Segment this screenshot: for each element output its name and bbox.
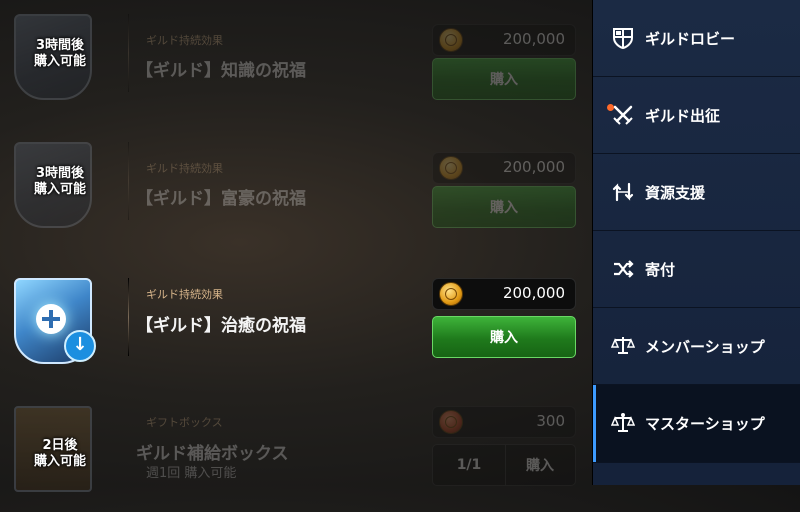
availability-time: 3時間後: [35, 38, 85, 53]
buy-button[interactable]: 購入: [432, 316, 576, 358]
sidebar: ギルドロビー ギルド出征 資源支援 寄付 メンバーショップ マスターショップ: [592, 0, 800, 485]
shop-item-healing: ↓ ギルド持続効果 【ギルド】治癒の祝福 200,000 購入: [0, 256, 592, 384]
plus-icon: [36, 304, 66, 334]
sidebar-item-label: マスターショップ: [645, 415, 765, 433]
buy-control: 1/1 購入: [432, 444, 576, 486]
item-price: 200,000: [502, 30, 565, 48]
sidebar-item-label: 資源支援: [645, 183, 706, 202]
availability-text: 購入可能: [33, 182, 86, 197]
availability-label: 2日後 購入可能: [14, 414, 106, 494]
gold-coin-icon: [439, 156, 463, 180]
availability-text: 購入可能: [33, 54, 86, 69]
support-arrows-icon: [612, 182, 634, 202]
shuffle-icon: [614, 260, 634, 278]
item-price: 300: [536, 412, 565, 430]
price-box: 300: [432, 406, 576, 438]
item-title: 【ギルド】治癒の祝福: [136, 316, 306, 336]
gold-coin-icon: [439, 282, 463, 306]
master-scales-icon: [611, 412, 635, 432]
sidebar-item-resource-support[interactable]: 資源支援: [593, 154, 800, 231]
sidebar-item-label: メンバーショップ: [645, 337, 765, 356]
price-box: 200,000: [432, 152, 576, 184]
price-box: 200,000: [432, 278, 576, 310]
red-coin-icon: [439, 410, 463, 434]
availability-text: 購入可能: [33, 454, 86, 469]
gold-coin-icon: [439, 28, 463, 52]
sidebar-item-guild-expedition[interactable]: ギルド出征: [593, 77, 800, 154]
guild-crest-icon: [613, 28, 633, 50]
buy-button[interactable]: 購入: [432, 186, 576, 228]
purchase-count: 1/1: [433, 445, 506, 485]
item-title: ギルド補給ボックス: [136, 444, 289, 464]
sidebar-item-guild-lobby[interactable]: ギルドロビー: [593, 0, 800, 77]
item-category: ギフトボックス: [146, 416, 223, 429]
availability-time: 2日後: [42, 438, 78, 453]
price-box: 200,000: [432, 24, 576, 56]
arrow-down-icon: ↓: [64, 330, 96, 362]
buy-button[interactable]: 購入: [432, 58, 576, 100]
sidebar-item-label: ギルド出征: [645, 106, 721, 125]
sidebar-item-donation[interactable]: 寄付: [593, 231, 800, 308]
item-category: ギルド持続効果: [146, 162, 223, 175]
item-title: 【ギルド】知識の祝福: [136, 61, 306, 81]
divider: [128, 142, 129, 220]
availability-label: 3時間後 購入可能: [14, 142, 106, 222]
item-limit: 週1回 購入可能: [146, 466, 237, 481]
crossed-swords-icon: [613, 105, 633, 125]
item-price: 200,000: [502, 284, 565, 302]
divider: [128, 278, 129, 356]
scales-icon: [611, 337, 635, 354]
sidebar-item-master-shop[interactable]: マスターショップ: [593, 385, 800, 463]
item-title: 【ギルド】富豪の祝福: [136, 189, 306, 209]
item-category: ギルド持続効果: [146, 34, 223, 47]
buy-button[interactable]: 購入: [505, 445, 575, 485]
healing-shield-icon: ↓: [14, 278, 96, 364]
shop-list: ギルド持続効果 【ギルド】知識の祝福 200,000 購入 3時間後 購入可能 …: [0, 0, 592, 492]
divider: [128, 14, 129, 92]
sidebar-item-member-shop[interactable]: メンバーショップ: [593, 308, 800, 385]
sidebar-item-label: ギルドロビー: [645, 29, 736, 48]
sidebar-item-label: 寄付: [645, 260, 676, 279]
item-category: ギルド持続効果: [146, 288, 223, 301]
availability-time: 3時間後: [35, 166, 85, 181]
availability-label: 3時間後 購入可能: [14, 14, 106, 94]
item-price: 200,000: [502, 158, 565, 176]
